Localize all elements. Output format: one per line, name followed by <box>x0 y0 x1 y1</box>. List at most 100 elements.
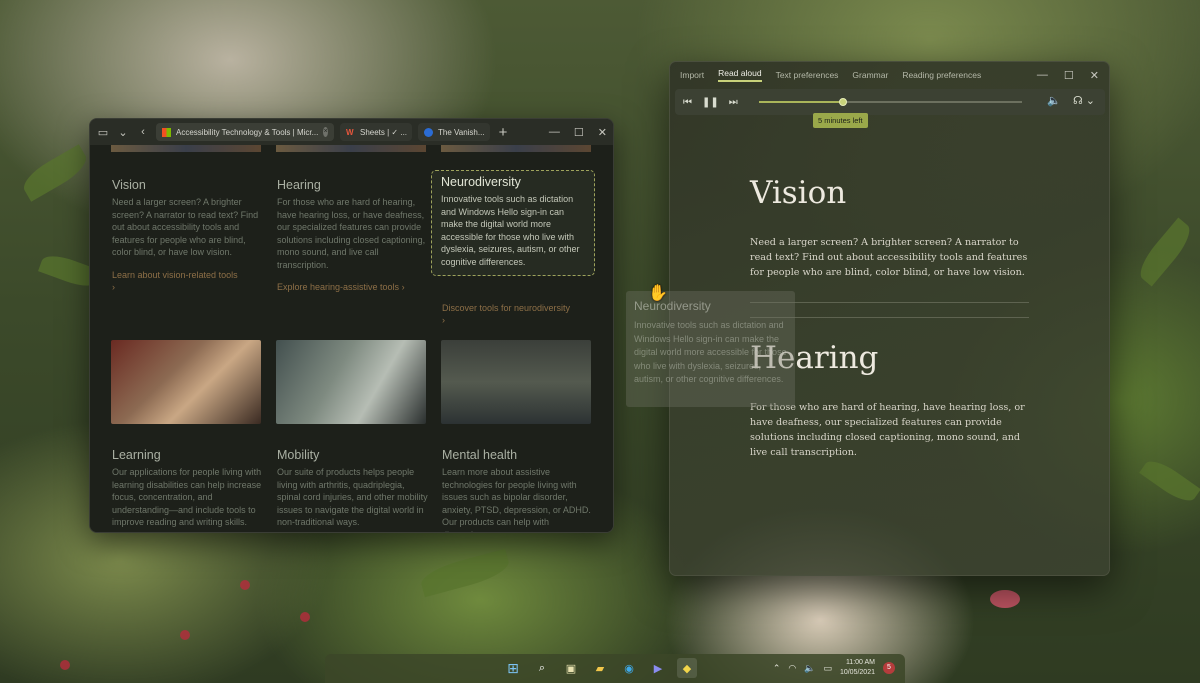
search-icon[interactable]: ⌕ <box>532 658 552 678</box>
reader-menu-bar: Import Read aloud Text preferences Gramm… <box>670 62 1109 88</box>
tab-sheets[interactable]: W Sheets | ✓ ... <box>340 123 412 141</box>
menu-reading-preferences[interactable]: Reading preferences <box>902 70 981 80</box>
tab-label: Sheets | ✓ ... <box>360 127 408 137</box>
menu-text-preferences[interactable]: Text preferences <box>776 70 839 80</box>
clock[interactable]: 11:00 AM 10/05/2021 <box>840 658 875 678</box>
start-icon[interactable]: ⊞ <box>503 658 523 678</box>
image-strip <box>441 145 591 152</box>
card-body: For those who are hard of hearing, have … <box>277 197 426 270</box>
time-left-tooltip: 5 minutes left <box>813 113 868 128</box>
maximize-icon[interactable]: ☐ <box>574 126 584 139</box>
new-tab-icon[interactable]: + <box>496 124 510 141</box>
sheets-logo-icon: W <box>346 127 354 137</box>
chevron-down-icon[interactable]: ⌄ <box>116 125 130 139</box>
minimize-icon[interactable]: — <box>549 126 560 139</box>
card-neurodiversity[interactable]: Neurodiversity Innovative tools such as … <box>431 170 595 276</box>
background-flower <box>240 580 250 590</box>
progress-thumb[interactable] <box>839 98 848 106</box>
progress-slider[interactable] <box>759 98 1022 106</box>
card-title: Mobility <box>277 448 320 462</box>
clock-date: 10/05/2021 <box>839 669 875 676</box>
volume-icon[interactable]: 🔈 <box>804 663 815 674</box>
edge-title-bar: ▭ ⌄ ‹ Accessibility Technology & Tools |… <box>90 119 613 145</box>
notification-badge[interactable]: 5 <box>883 662 895 674</box>
card-mobility: Mobility Our suite of products helps peo… <box>277 448 429 529</box>
previous-icon[interactable]: ⏮ <box>683 97 692 108</box>
menu-grammar[interactable]: Grammar <box>852 70 888 80</box>
card-body: Innovative tools such as dictation and W… <box>441 194 580 267</box>
maximize-icon[interactable]: ☐ <box>1064 69 1074 82</box>
taskbar-apps: ⊞ ⌕ ▣ ▰ ◉ ▶ ◆ <box>503 658 697 678</box>
dragged-card-preview: Neurodiversity Innovative tools such as … <box>626 291 795 407</box>
site-logo-icon <box>424 127 433 137</box>
card-vision: Vision Need a larger screen? A brighter … <box>112 178 264 293</box>
learning-photo <box>111 340 261 424</box>
pause-icon[interactable]: ❚❚ <box>702 97 719 108</box>
background-flower <box>60 660 70 670</box>
ghost-body: Innovative tools such as dictation and W… <box>634 320 787 385</box>
read-aloud-player: ⏮ ❚❚ ⏭ 🔈 ☊ ⌄ <box>675 89 1105 115</box>
card-link[interactable]: Discover tools for neurodiversity › <box>442 302 594 326</box>
card-neurodiversity-link: Discover tools for neurodiversity › <box>442 302 594 326</box>
card-title: Vision <box>112 178 146 192</box>
minimize-icon[interactable]: — <box>1037 69 1048 82</box>
battery-icon[interactable]: ▭ <box>823 663 832 674</box>
close-icon[interactable]: ✕ <box>1090 69 1099 82</box>
microsoft-logo-icon <box>162 127 171 137</box>
card-title: Neurodiversity <box>441 175 521 189</box>
chevron-up-icon[interactable]: ⌃ <box>773 663 781 674</box>
card-hearing: Hearing For those who are hard of hearin… <box>277 178 429 293</box>
background-leaf <box>1139 454 1200 508</box>
taskbar: ⊞ ⌕ ▣ ▰ ◉ ▶ ◆ ⌃ ◠ 🔈 ▭ 11:00 AM 10/05/202… <box>325 654 905 683</box>
menu-import[interactable]: Import <box>680 70 704 80</box>
card-title: Learning <box>112 448 161 462</box>
tab-close-icon[interactable]: × <box>323 127 328 137</box>
background-leaf <box>1133 217 1197 287</box>
background-flower <box>990 590 1020 608</box>
page-content: Vision Need a larger screen? A brighter … <box>90 145 613 532</box>
file-explorer-icon[interactable]: ▰ <box>590 658 610 678</box>
edge-icon[interactable]: ◉ <box>619 658 639 678</box>
background-leaf <box>18 144 92 202</box>
clock-time: 11:00 AM <box>845 659 875 666</box>
card-body: Learn more about assistive technologies … <box>442 467 591 532</box>
section-body: Need a larger screen? A brighter screen?… <box>750 237 1028 278</box>
card-learning: Learning Our applications for people liv… <box>112 448 264 529</box>
image-strip <box>276 145 426 152</box>
tab-label: The Vanish... <box>438 127 485 137</box>
reader-app-icon[interactable]: ◆ <box>677 658 697 678</box>
background-flower <box>180 630 190 640</box>
progress-fill <box>759 101 844 103</box>
menu-read-aloud[interactable]: Read aloud <box>718 68 762 82</box>
close-icon[interactable]: ✕ <box>598 126 607 139</box>
window-controls: — ☐ ✕ <box>549 126 607 139</box>
window-controls: — ☐ ✕ <box>1037 69 1099 82</box>
system-tray: ⌃ ◠ 🔈 ▭ 11:00 AM 10/05/2021 5 <box>773 658 895 678</box>
card-body: Need a larger screen? A brighter screen?… <box>112 197 259 258</box>
voice-settings-icon[interactable]: ☊ ⌄ <box>1073 94 1095 107</box>
card-title: Mental health <box>442 448 518 462</box>
edge-browser-window: ▭ ⌄ ‹ Accessibility Technology & Tools |… <box>89 118 614 533</box>
tab-vanish[interactable]: The Vanish... <box>418 123 490 141</box>
card-body: Our suite of products helps people livin… <box>277 467 428 528</box>
back-arrow-icon[interactable]: ‹ <box>136 125 150 139</box>
mobility-photo <box>276 340 426 424</box>
section-body: For those who are hard of hearing, have … <box>750 402 1025 458</box>
volume-icon[interactable]: 🔈 <box>1047 94 1061 107</box>
tab-label: Accessibility Technology & Tools | Micr.… <box>176 127 319 137</box>
teams-chat-icon[interactable]: ▶ <box>648 658 668 678</box>
widgets-icon[interactable]: ▣ <box>561 658 581 678</box>
tab-accessibility[interactable]: Accessibility Technology & Tools | Micr.… <box>156 123 334 141</box>
background-leaf <box>418 548 512 598</box>
wifi-icon[interactable]: ◠ <box>788 663 796 674</box>
section-heading: Vision <box>750 175 847 211</box>
image-strip <box>111 145 261 152</box>
card-link[interactable]: Learn about vision-related tools › <box>112 269 264 293</box>
card-link[interactable]: Explore hearing-assistive tools › <box>277 281 429 293</box>
background-flower <box>300 612 310 622</box>
grab-cursor-icon: ✋ <box>648 285 668 302</box>
card-title: Hearing <box>277 178 321 192</box>
next-icon[interactable]: ⏭ <box>729 97 738 108</box>
player-right-controls: 🔈 ☊ ⌄ <box>1047 94 1095 107</box>
sidebar-toggle-icon[interactable]: ▭ <box>96 125 110 139</box>
